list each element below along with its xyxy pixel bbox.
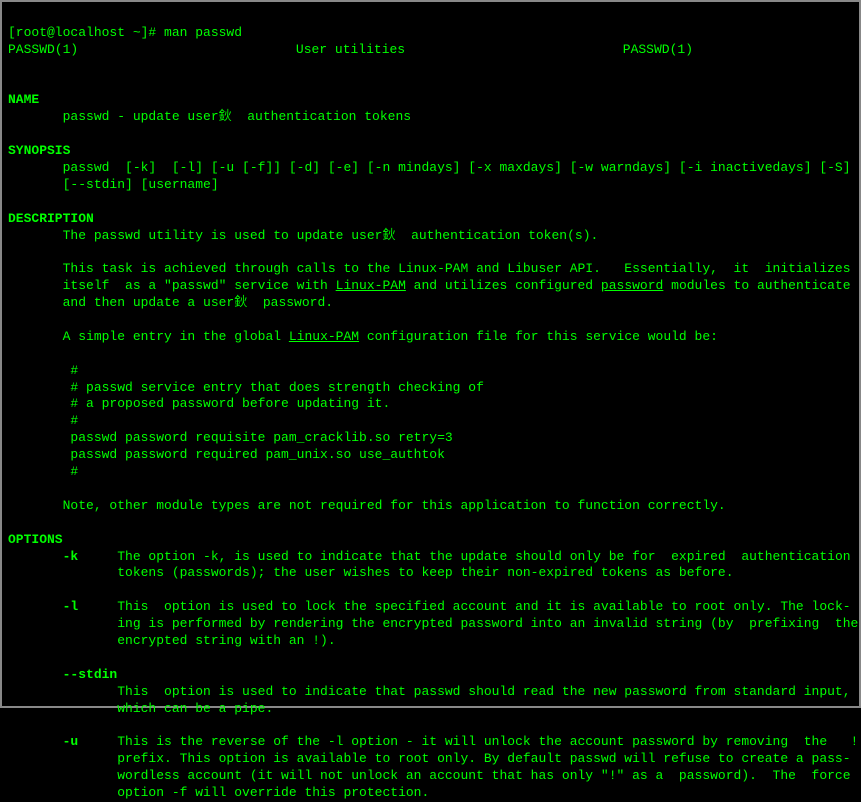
desc-line2a: This task is achieved through calls to t… — [8, 261, 851, 276]
opt-k-line2: tokens (passwords); the user wishes to k… — [8, 565, 734, 580]
cfg-line4: # — [8, 413, 78, 428]
cfg-line5: passwd password requisite pam_cracklib.s… — [8, 430, 453, 445]
desc-line1: The passwd utility is used to update use… — [8, 228, 598, 243]
synopsis-line2: [--stdin] [username] — [8, 177, 219, 192]
section-name-title: NAME — [8, 92, 39, 107]
shell-prompt: [root@localhost ~]# man passwd — [8, 25, 242, 40]
opt-stdin-line1: This option is used to indicate that pas… — [8, 684, 851, 699]
link-linux-pam-2: Linux-PAM — [289, 329, 359, 344]
opt-u-line3: wordless account (it will not unlock an … — [8, 768, 851, 783]
opt-l-line3: encrypted string with an !). — [8, 633, 336, 648]
desc-line2b-pre: itself as a "passwd" service with — [8, 278, 336, 293]
cfg-line3: # a proposed password before updating it… — [8, 396, 390, 411]
desc-line3-post: configuration file for this service woul… — [359, 329, 718, 344]
header-center: User utilities — [78, 42, 623, 59]
synopsis-line1: passwd [-k] [-l] [-u [-f]] [-d] [-e] [-n… — [8, 160, 851, 175]
terminal-output[interactable]: [root@localhost ~]# man passwd PASSWD(1)… — [8, 8, 853, 802]
opt-u-line4: option -f will override this protection. — [8, 785, 429, 800]
desc-line2b-mid: and utilizes configured — [406, 278, 601, 293]
desc-line3-pre: A simple entry in the global — [8, 329, 289, 344]
opt-u-line1: This is the reverse of the -l option - i… — [78, 734, 858, 749]
opt-l-line1: This option is used to lock the specifie… — [78, 599, 850, 614]
desc-line2b-post: modules to authenticate — [663, 278, 850, 293]
cfg-line6: passwd password required pam_unix.so use… — [8, 447, 445, 462]
opt-stdin-flag: --stdin — [8, 667, 117, 682]
opt-k-line1: The option -k, is used to indicate that … — [78, 549, 850, 564]
opt-l-flag: -l — [8, 599, 78, 614]
cfg-line2: # passwd service entry that does strengt… — [8, 380, 484, 395]
section-options-title: OPTIONS — [8, 532, 63, 547]
man-header: PASSWD(1)User utilitiesPASSWD(1) — [8, 42, 853, 59]
name-line: passwd - update user鈥 authentication tok… — [8, 109, 411, 124]
section-description-title: DESCRIPTION — [8, 211, 94, 226]
desc-line2c: and then update a user鈥 password. — [8, 295, 333, 310]
cfg-line1: # — [8, 363, 78, 378]
header-right: PASSWD(1) — [623, 42, 853, 59]
link-password: password — [601, 278, 663, 293]
opt-k-flag: -k — [8, 549, 78, 564]
cfg-line7: # — [8, 464, 78, 479]
section-synopsis-title: SYNOPSIS — [8, 143, 70, 158]
link-linux-pam: Linux-PAM — [336, 278, 406, 293]
header-left: PASSWD(1) — [8, 42, 78, 59]
opt-u-line2: prefix. This option is available to root… — [8, 751, 851, 766]
opt-u-flag: -u — [8, 734, 78, 749]
desc-note: Note, other module types are not require… — [8, 498, 726, 513]
opt-l-line2: ing is performed by rendering the encryp… — [8, 616, 858, 631]
opt-stdin-line2: which can be a pipe. — [8, 701, 273, 716]
